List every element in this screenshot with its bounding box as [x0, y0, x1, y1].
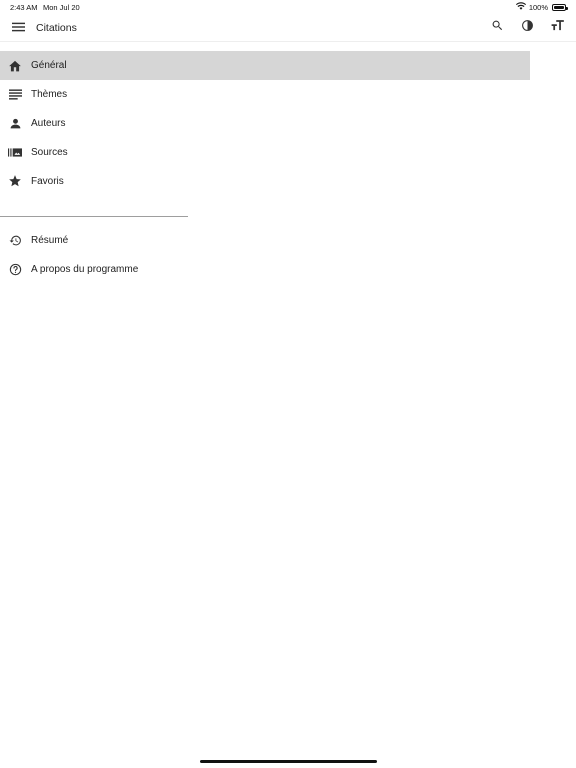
nav-item-label: Sources: [31, 147, 68, 158]
status-time: 2:43 AM: [10, 3, 38, 12]
person-icon: [7, 115, 23, 131]
home-indicator[interactable]: [200, 760, 377, 763]
status-indicators: 100%: [515, 2, 568, 12]
contrast-icon: [521, 19, 534, 37]
app-bar: Citations: [0, 14, 576, 42]
nav-item-sources[interactable]: Sources: [0, 138, 530, 167]
home-icon: [7, 57, 23, 73]
status-bar: 2:43 AM Mon Jul 20 100%: [0, 0, 576, 14]
text-size-icon: [551, 19, 565, 37]
search-button[interactable]: [487, 18, 507, 38]
nav-item-label: Auteurs: [31, 118, 66, 129]
nav-item-about[interactable]: A propos du programme: [0, 255, 530, 284]
drawer-secondary: Résumé A propos du programme: [0, 226, 530, 284]
text-size-button[interactable]: [548, 18, 568, 38]
app-title: Citations: [36, 22, 77, 34]
nav-item-label: Général: [31, 60, 67, 71]
nav-item-general[interactable]: Général: [0, 51, 530, 80]
library-icon: [7, 144, 23, 160]
nav-item-authors[interactable]: Auteurs: [0, 109, 530, 138]
status-date: Mon Jul 20: [43, 3, 80, 12]
nav-item-favorites[interactable]: Favoris: [0, 167, 530, 196]
star-icon: [7, 173, 23, 189]
nav-item-themes[interactable]: Thèmes: [0, 80, 530, 109]
help-icon: [7, 261, 23, 277]
search-icon: [491, 19, 504, 37]
subject-icon: [7, 86, 23, 102]
nav-item-label: Favoris: [31, 176, 64, 187]
battery-percent: 100%: [528, 2, 548, 12]
nav-item-label: A propos du programme: [31, 264, 139, 275]
nav-item-summary[interactable]: Résumé: [0, 226, 530, 255]
nav-item-label: Thèmes: [31, 89, 68, 100]
nav-item-label: Résumé: [31, 235, 69, 246]
theme-toggle-button[interactable]: [517, 18, 537, 38]
battery-icon: [552, 3, 568, 11]
history-icon: [7, 232, 23, 248]
menu-icon: [11, 19, 25, 37]
drawer-divider: [0, 216, 188, 217]
menu-button[interactable]: [8, 19, 28, 37]
navigation-drawer: Général Thèmes Auteurs Sources Favoris: [0, 51, 530, 196]
wifi-icon: [515, 2, 526, 12]
